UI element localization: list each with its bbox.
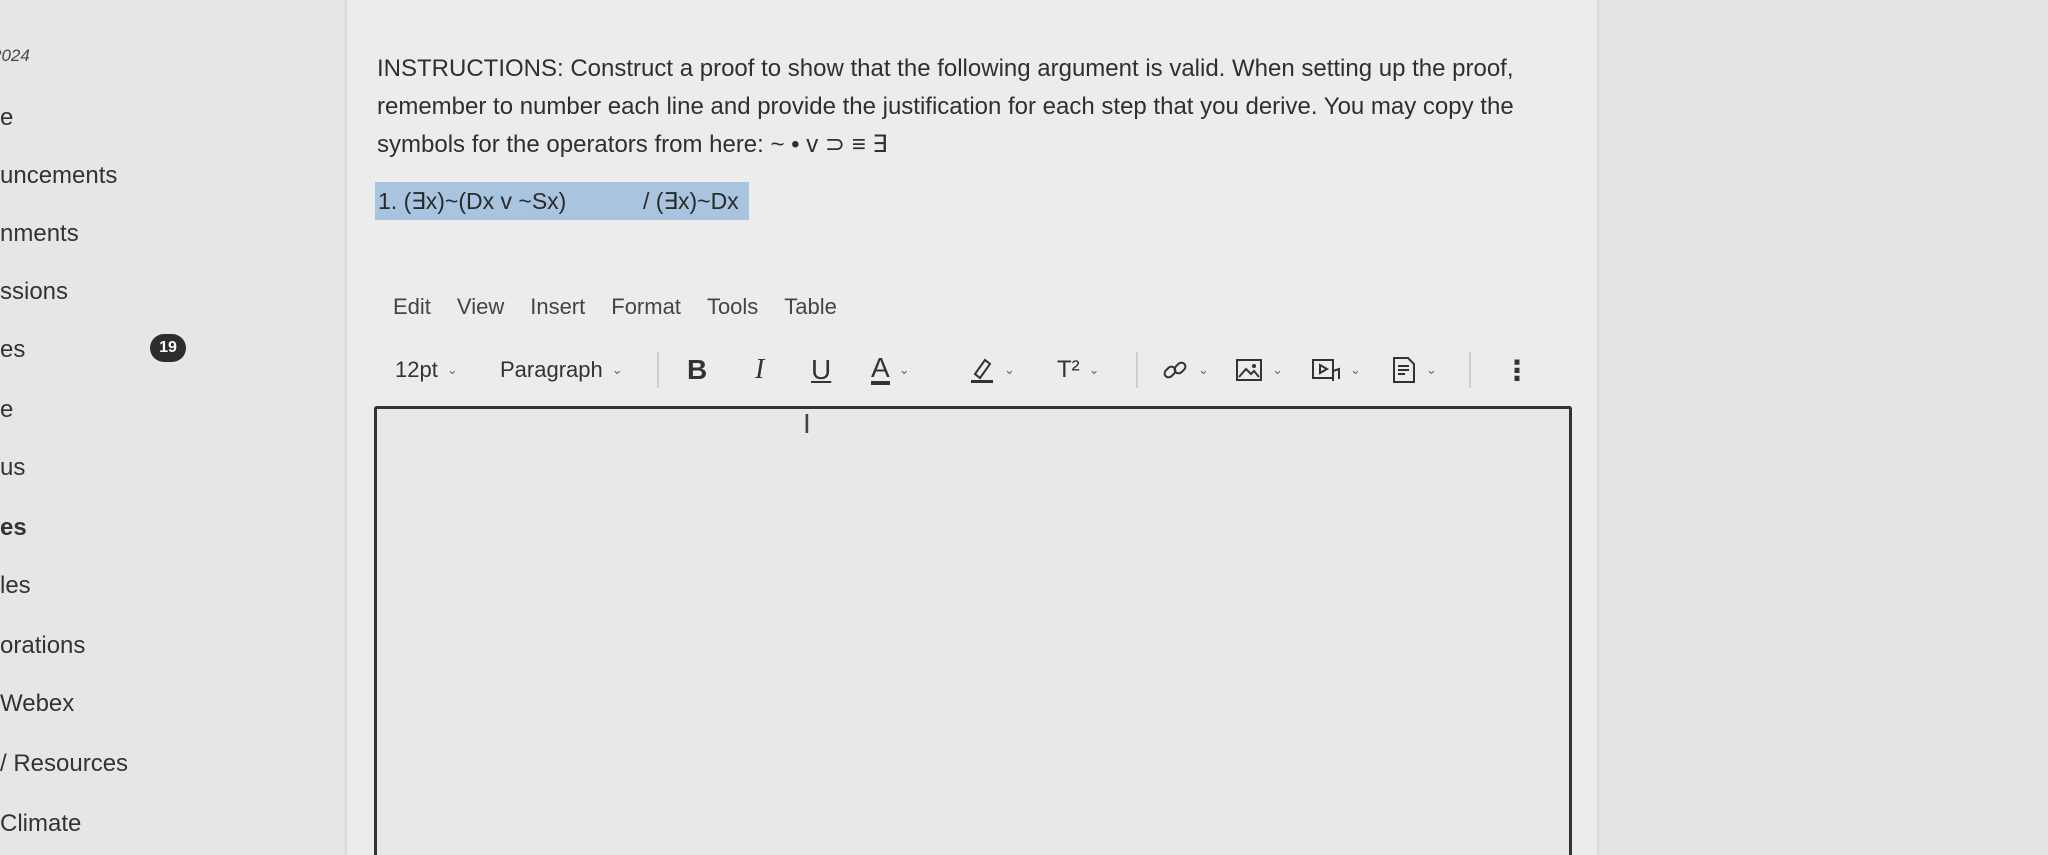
link-button[interactable]: ⌄ bbox=[1161, 350, 1209, 390]
menu-format[interactable]: Format bbox=[611, 294, 681, 320]
nav-item-discussions[interactable]: ssions bbox=[0, 278, 68, 306]
toolbar-divider bbox=[1136, 352, 1138, 388]
nav-item-quizzes[interactable]: es bbox=[0, 514, 27, 542]
menu-tools[interactable]: Tools bbox=[707, 294, 758, 320]
unread-count-badge: 19 bbox=[150, 334, 186, 362]
underline-button[interactable]: U bbox=[811, 350, 831, 390]
image-icon bbox=[1236, 359, 1262, 381]
chevron-down-icon: ⌄ bbox=[1004, 362, 1015, 377]
font-size-select[interactable]: 12pt ⌄ bbox=[395, 350, 458, 390]
more-options-button[interactable]: ⋮ bbox=[1503, 350, 1531, 390]
nav-item-announcements[interactable]: uncements bbox=[0, 162, 117, 190]
highlight-color-button[interactable]: ⌄ bbox=[969, 350, 1015, 390]
chevron-down-icon: ⌄ bbox=[1426, 362, 1437, 377]
chevron-down-icon: ⌄ bbox=[1350, 362, 1361, 377]
link-icon bbox=[1163, 361, 1187, 379]
conclusion-text: / (∃x)~Dx bbox=[643, 187, 739, 214]
text-cursor-icon: I bbox=[803, 408, 811, 439]
chevron-down-icon: ⌄ bbox=[1088, 362, 1100, 377]
text-color-icon: A bbox=[871, 352, 890, 385]
premise-text: 1. (∃x)~(Dx v ~Sx) bbox=[378, 187, 567, 214]
media-button[interactable]: ⌄ bbox=[1311, 350, 1361, 390]
media-icon bbox=[1312, 359, 1340, 381]
nav-item-syllabus[interactable]: us bbox=[0, 454, 25, 482]
image-button[interactable]: ⌄ bbox=[1235, 350, 1283, 390]
menu-insert[interactable]: Insert bbox=[530, 294, 585, 320]
chevron-down-icon: ⌄ bbox=[1272, 362, 1283, 377]
nav-item-people[interactable]: e bbox=[0, 396, 13, 424]
course-navigation: 2024 e uncements nments ssions es 19 e u… bbox=[0, 0, 345, 855]
nav-item-grades[interactable]: es bbox=[0, 336, 25, 364]
editor-toolbar: 12pt ⌄ Paragraph ⌄ B I U A ⌄ ⌄ T² ⌄ ⌄ ⌄ … bbox=[393, 350, 1531, 390]
nav-item-modules[interactable]: les bbox=[0, 572, 31, 600]
nav-item-webex[interactable]: Webex bbox=[0, 690, 74, 718]
term-label: 2024 bbox=[0, 46, 30, 65]
document-button[interactable]: ⌄ bbox=[1391, 350, 1437, 390]
editor-body[interactable] bbox=[387, 419, 1559, 855]
superscript-icon: T² bbox=[1057, 356, 1080, 383]
superscript-button[interactable]: T² ⌄ bbox=[1057, 350, 1100, 390]
highlighter-icon bbox=[971, 358, 993, 383]
more-options-icon: ⋮ bbox=[1503, 354, 1531, 386]
toolbar-divider bbox=[1469, 352, 1471, 388]
question-instructions: INSTRUCTIONS: Construct a proof to show … bbox=[377, 55, 1514, 158]
block-format-value: Paragraph bbox=[500, 357, 603, 382]
page: 2024 e uncements nments ssions es 19 e u… bbox=[0, 0, 2048, 855]
nav-item-home[interactable]: e bbox=[0, 104, 13, 132]
chevron-down-icon: ⌄ bbox=[1198, 362, 1209, 377]
block-format-select[interactable]: Paragraph ⌄ bbox=[500, 350, 623, 390]
argument-line: 1. (∃x)~(Dx v ~Sx) / (∃x)~Dx bbox=[375, 182, 749, 220]
italic-button[interactable]: I bbox=[755, 350, 764, 390]
nav-item-collaborations[interactable]: orations bbox=[0, 632, 85, 660]
toolbar-divider bbox=[657, 352, 659, 388]
bold-button[interactable]: B bbox=[687, 350, 707, 390]
text-color-button[interactable]: A ⌄ bbox=[871, 350, 910, 390]
right-gutter bbox=[1597, 0, 2048, 855]
chevron-down-icon: ⌄ bbox=[898, 362, 910, 377]
nav-item-resources[interactable]: / Resources bbox=[0, 750, 128, 778]
menu-table[interactable]: Table bbox=[784, 294, 837, 320]
chevron-down-icon: ⌄ bbox=[611, 362, 623, 377]
nav-item-climate[interactable]: Climate bbox=[0, 810, 81, 838]
menu-edit[interactable]: Edit bbox=[393, 294, 431, 320]
menu-view[interactable]: View bbox=[457, 294, 504, 320]
font-size-value: 12pt bbox=[395, 357, 438, 382]
document-icon bbox=[1393, 357, 1415, 383]
nav-item-assignments[interactable]: nments bbox=[0, 220, 79, 248]
editor-menubar: Edit View Insert Format Tools Table bbox=[393, 294, 837, 320]
chevron-down-icon: ⌄ bbox=[446, 362, 458, 377]
answer-editor[interactable] bbox=[374, 406, 1572, 855]
